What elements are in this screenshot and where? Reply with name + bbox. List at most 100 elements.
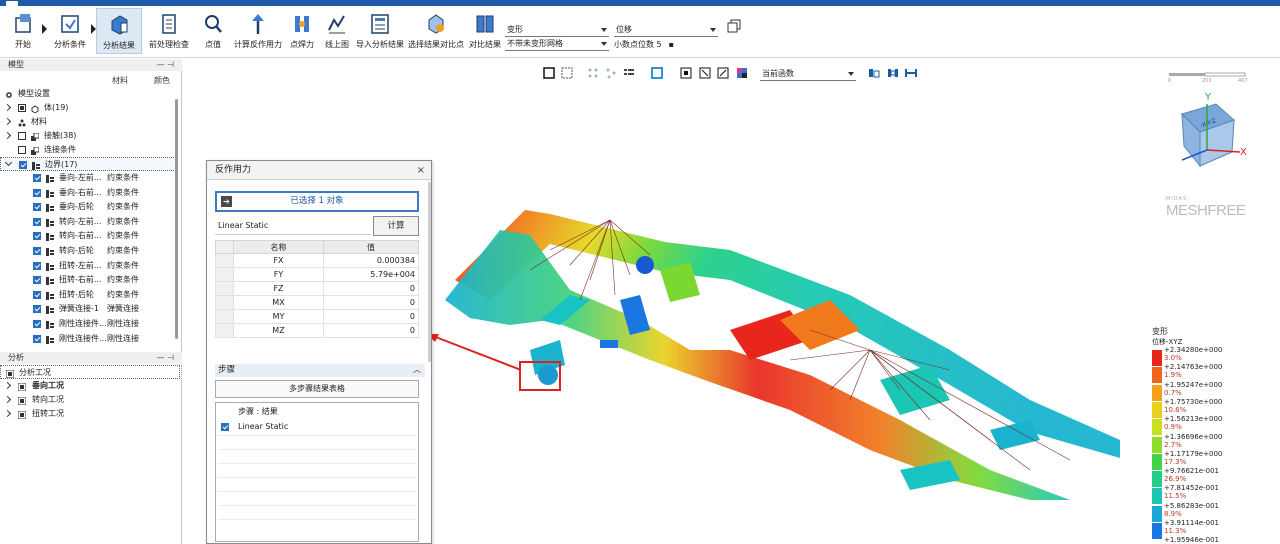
boundary-item[interactable]: 垂向-左前... 约束条件 bbox=[0, 171, 176, 185]
chevron-right-icon[interactable] bbox=[3, 117, 12, 126]
copy-window-icon[interactable] bbox=[727, 19, 741, 33]
start-button[interactable]: 开始 bbox=[8, 8, 38, 54]
result-type-select[interactable]: 变形 bbox=[505, 24, 609, 37]
table-row[interactable]: MY 0 bbox=[215, 309, 419, 324]
tree-item-contacts[interactable]: 接触(38) bbox=[0, 129, 176, 143]
spot-weld-force-button[interactable]: 点焊力 bbox=[288, 8, 316, 54]
color-display-icon[interactable] bbox=[736, 67, 748, 79]
display-option-icon[interactable] bbox=[868, 67, 880, 79]
boundary-item[interactable]: 扭转-左前... 约束条件 bbox=[0, 259, 176, 273]
analysis-case-field[interactable]: Linear Static bbox=[215, 217, 371, 235]
chevron-right-icon[interactable] bbox=[3, 409, 12, 418]
chevron-right-icon[interactable] bbox=[3, 103, 12, 112]
checkbox-icon[interactable] bbox=[18, 104, 26, 112]
tree-item-analysis-cases[interactable]: 分析工况 bbox=[0, 365, 180, 379]
select-object-button[interactable]: ➔ 已选择 1 对象 bbox=[215, 191, 419, 212]
line-graph-button[interactable]: 线上图 bbox=[322, 8, 352, 54]
multi-step-table-button[interactable]: 多步骤结果表格 bbox=[215, 380, 419, 398]
solid-view-icon[interactable] bbox=[543, 67, 555, 79]
stepper-icon[interactable]: ▪ bbox=[669, 40, 674, 49]
boundary-item[interactable]: 扭转-后轮 约束条件 bbox=[0, 288, 176, 302]
orientation-cube[interactable]: Y X -X-Y-Z bbox=[1170, 90, 1254, 170]
chevron-down-icon[interactable] bbox=[4, 158, 13, 167]
checkbox-icon[interactable] bbox=[33, 290, 41, 299]
select-node-icon[interactable] bbox=[587, 67, 599, 79]
chevron-down-icon bbox=[710, 28, 716, 32]
boundary-item[interactable]: 转向-右前... 约束条件 bbox=[0, 229, 176, 243]
checkbox-icon[interactable] bbox=[18, 132, 26, 140]
pin-icon[interactable]: — ⊣ bbox=[156, 59, 174, 71]
tree-scrollbar[interactable] bbox=[175, 99, 178, 339]
boundary-item[interactable]: 刚性连接件... 刚性连接 bbox=[0, 332, 176, 346]
tree-item-steering-case[interactable]: 转向工况 bbox=[0, 393, 176, 407]
checkbox-icon[interactable] bbox=[33, 276, 41, 285]
boundary-item[interactable]: 垂向-后轮 约束条件 bbox=[0, 200, 176, 214]
checkbox-icon[interactable] bbox=[33, 174, 41, 182]
analysis-result-button[interactable]: 分析结果 bbox=[96, 8, 142, 54]
tree-item-connections[interactable]: 连接条件 bbox=[0, 143, 176, 157]
table-row[interactable]: MX 0 bbox=[215, 295, 419, 310]
probe-button[interactable]: 点值 bbox=[198, 8, 228, 54]
measure-icon[interactable] bbox=[905, 67, 917, 79]
checkbox-icon[interactable] bbox=[33, 232, 41, 241]
compare-point-button[interactable]: 选择结果对比点 bbox=[408, 8, 464, 54]
component-select[interactable]: 位移 bbox=[614, 24, 718, 37]
select-element-icon[interactable] bbox=[605, 67, 617, 79]
boundary-item[interactable]: 弹簧连接-1 弹簧连接 bbox=[0, 302, 176, 316]
tree-item-bodies[interactable]: 体(19) bbox=[0, 101, 176, 115]
tree-item-materials[interactable]: 材料 bbox=[0, 115, 176, 129]
fit-view-icon[interactable] bbox=[680, 67, 692, 79]
boundary-item[interactable]: 转向-后轮 约束条件 bbox=[0, 244, 176, 258]
checkbox-icon[interactable] bbox=[33, 217, 41, 226]
boundary-item[interactable]: 扭转-右前... 约束条件 bbox=[0, 273, 176, 287]
table-row[interactable]: FY 5.79e+004 bbox=[215, 267, 419, 282]
boundary-item[interactable]: 垂向-右前... 约束条件 bbox=[0, 186, 176, 200]
tree-item-model-settings[interactable]: 模型设置 bbox=[0, 87, 176, 101]
checkbox-icon[interactable] bbox=[221, 423, 229, 431]
step-row[interactable]: Linear Static bbox=[220, 420, 416, 434]
pre-check-button[interactable]: 前处理检查 bbox=[146, 8, 192, 54]
table-row[interactable]: MZ 0 bbox=[215, 323, 419, 338]
dialog-scrollbar[interactable] bbox=[428, 182, 431, 362]
close-icon[interactable]: × bbox=[417, 161, 425, 180]
tree-item-boundaries[interactable]: 边界(17) bbox=[0, 157, 176, 171]
checkbox-icon[interactable] bbox=[33, 320, 41, 328]
import-result-button[interactable]: 导入分析结果 bbox=[356, 8, 404, 54]
compare-result-button[interactable]: 对比结果 bbox=[468, 8, 502, 54]
decimal-places[interactable]: 小数点位数 5 ▪ bbox=[614, 38, 674, 51]
box-select-icon[interactable] bbox=[651, 67, 663, 79]
checkbox-icon[interactable] bbox=[33, 334, 41, 343]
pin-icon[interactable]: — ⊣ bbox=[156, 352, 174, 364]
collapse-icon[interactable]: ︿ bbox=[413, 363, 421, 376]
table-row[interactable]: FZ 0 bbox=[215, 281, 419, 296]
tree-item-torsion-case[interactable]: 扭转工况 bbox=[0, 407, 176, 421]
checkbox-icon[interactable] bbox=[18, 146, 26, 154]
checkbox-icon[interactable] bbox=[33, 305, 41, 314]
chevron-right-icon[interactable] bbox=[3, 381, 12, 390]
boundary-item[interactable]: 转向-左前... 约束条件 bbox=[0, 215, 176, 229]
chevron-right-icon[interactable] bbox=[3, 395, 12, 404]
ribbon-toolbar: 开始 分析条件 分析结果 前处理检查 点值 计算反作用力 点焊力 线上图 导入分… bbox=[0, 6, 1280, 58]
boundary-item[interactable]: 刚性连接件... 刚性连接 bbox=[0, 317, 176, 331]
steps-section-header[interactable]: 步骤 ︿ bbox=[215, 364, 425, 377]
checkbox-icon[interactable] bbox=[19, 161, 27, 169]
function-select[interactable]: 当前函数 bbox=[760, 67, 856, 81]
analysis-condition-button[interactable]: 分析条件 bbox=[52, 8, 88, 54]
list-view-icon[interactable] bbox=[623, 67, 635, 79]
table-row[interactable]: FX 0.000384 bbox=[215, 253, 419, 268]
chevron-right-icon[interactable] bbox=[3, 131, 12, 140]
checkbox-icon[interactable] bbox=[33, 188, 41, 197]
tree-item-vertical-case[interactable]: 垂向工况 bbox=[0, 379, 176, 393]
wireframe-view-icon[interactable] bbox=[561, 67, 573, 79]
analysis-section-header: 分析 — ⊣ bbox=[0, 352, 182, 364]
section-view-icon[interactable] bbox=[887, 67, 899, 79]
background-mesh-select[interactable]: 不带未变形网格 bbox=[505, 38, 609, 51]
zoom-fit-icon[interactable] bbox=[717, 67, 729, 79]
chassis-model-view[interactable] bbox=[430, 200, 1150, 510]
checkbox-icon[interactable] bbox=[33, 261, 41, 270]
zoom-window-icon[interactable] bbox=[699, 67, 711, 79]
checkbox-icon[interactable] bbox=[33, 247, 41, 255]
reaction-force-button[interactable]: 计算反作用力 bbox=[232, 8, 284, 54]
checkbox-icon[interactable] bbox=[33, 203, 41, 212]
calculate-button[interactable]: 计算 bbox=[373, 216, 419, 236]
